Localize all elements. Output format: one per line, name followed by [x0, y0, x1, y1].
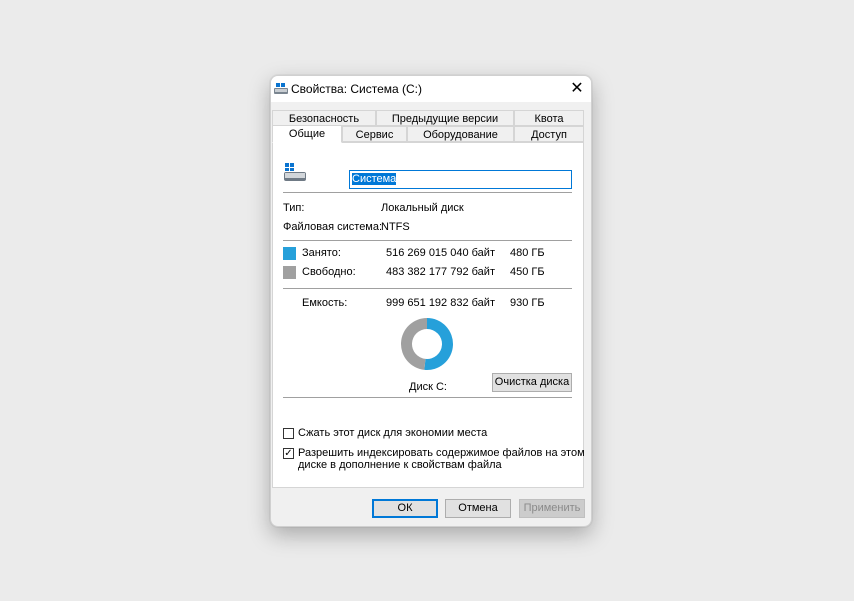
used-color-swatch: [283, 247, 296, 260]
window-title: Свойства: Система (C:): [291, 82, 423, 96]
index-label-line1: Разрешить индексировать содержимое файло…: [298, 447, 585, 459]
free-gb: 450 ГБ: [510, 266, 545, 278]
index-label-line2: диске в дополнение к свойствам файла: [298, 459, 502, 471]
separator: [283, 397, 572, 398]
close-icon: ✕: [570, 80, 584, 97]
volume-name-input[interactable]: Система: [349, 170, 572, 189]
drive-icon: [284, 163, 306, 181]
capacity-bytes: 999 651 192 832 байт: [386, 297, 495, 309]
properties-dialog: Свойства: Система (C:) ✕ Безопасность Пр…: [270, 75, 592, 527]
disk-label: Диск C:: [409, 381, 447, 393]
tab-sharing[interactable]: Доступ: [514, 126, 584, 142]
disk-cleanup-button[interactable]: Очистка диска: [492, 373, 572, 392]
used-bytes: 516 269 015 040 байт: [386, 247, 495, 259]
tab-quota[interactable]: Квота: [514, 110, 584, 126]
tab-general[interactable]: Общие: [272, 125, 342, 143]
free-label: Свободно:: [302, 266, 356, 278]
filesystem-label: Файловая система:: [283, 221, 383, 233]
type-label: Тип:: [283, 202, 305, 214]
filesystem-value: NTFS: [381, 221, 410, 233]
ok-button[interactable]: ОК: [372, 499, 438, 518]
apply-button[interactable]: Применить: [519, 499, 585, 518]
check-icon: ✓: [284, 448, 293, 459]
compress-label: Сжать этот диск для экономии места: [298, 427, 488, 439]
title-bar: Свойства: Система (C:) ✕: [271, 76, 591, 102]
disk-usage-chart: [401, 318, 453, 370]
free-color-swatch: [283, 266, 296, 279]
separator: [283, 240, 572, 241]
used-label: Занято:: [302, 247, 341, 259]
used-gb: 480 ГБ: [510, 247, 545, 259]
pie-slice-free: [401, 318, 427, 370]
capacity-label: Емкость:: [302, 297, 348, 309]
close-button[interactable]: ✕: [563, 76, 591, 102]
tab-security[interactable]: Безопасность: [272, 110, 376, 126]
volume-name-text: Система: [352, 173, 397, 185]
tab-hardware[interactable]: Оборудование: [407, 126, 514, 142]
separator: [283, 288, 572, 289]
separator: [283, 192, 572, 193]
free-bytes: 483 382 177 792 байт: [386, 266, 495, 278]
compress-checkbox[interactable]: [283, 428, 294, 439]
type-value: Локальный диск: [381, 202, 464, 214]
tab-previous-versions[interactable]: Предыдущие версии: [376, 110, 514, 126]
drive-icon: [274, 83, 288, 94]
index-checkbox[interactable]: ✓: [283, 448, 294, 459]
pie-slice-used: [424, 318, 453, 370]
tab-tools[interactable]: Сервис: [342, 126, 407, 142]
cancel-button[interactable]: Отмена: [445, 499, 511, 518]
capacity-gb: 930 ГБ: [510, 297, 545, 309]
